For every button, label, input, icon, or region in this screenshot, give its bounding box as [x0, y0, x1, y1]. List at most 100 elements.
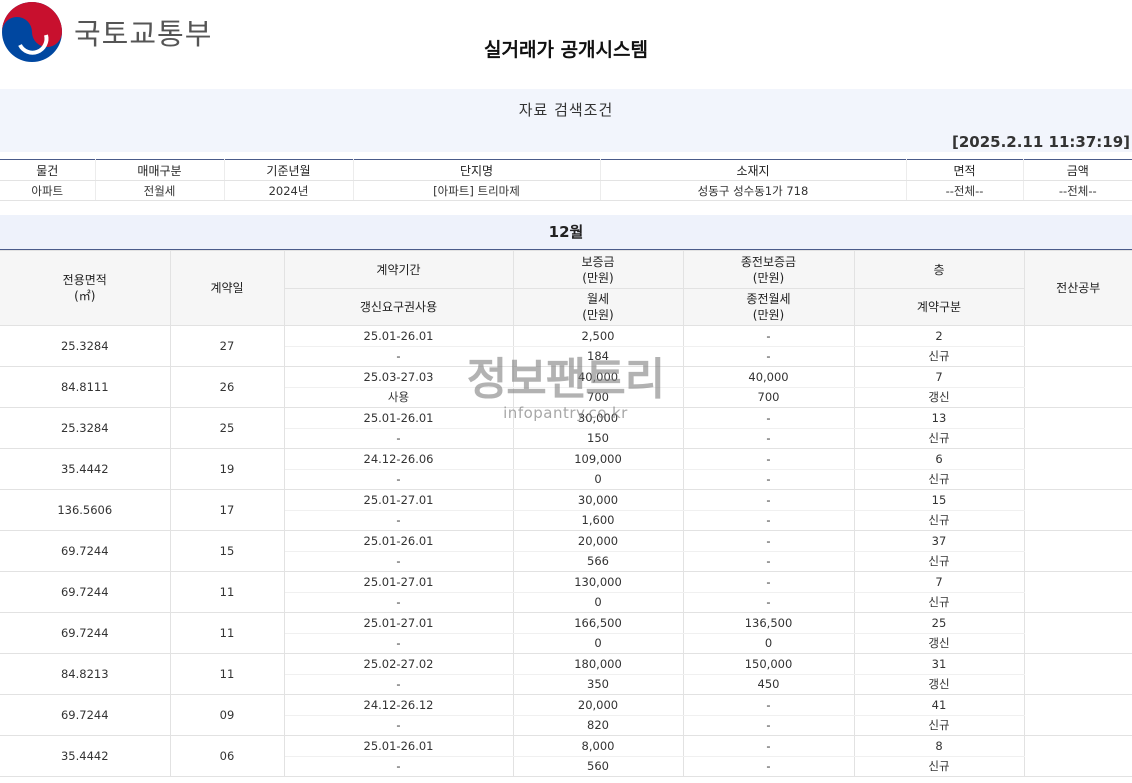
cell-floor: 7: [853, 366, 1025, 388]
col-header-deposit: 보증금 (만원): [512, 250, 684, 289]
cell-prev-rent: 700: [682, 386, 855, 408]
cell-contract-type: 신규: [853, 714, 1024, 736]
transactions-body: 25.3284 27 25.01-26.01 2,500-2-184- 신규 84.811…: [0, 325, 1132, 777]
cell-floor: 25: [853, 612, 1025, 634]
cell-deposit: 30,000: [512, 489, 684, 511]
search-conditions-value-row: 아파트 전월세 2024년 [아파트] 트리마제 성동구 성수동1가 718 -…: [0, 180, 1132, 201]
cell-prev-deposit: -: [682, 571, 855, 593]
cell-monthly-rent: 0: [512, 591, 684, 613]
cell-contract-day: 11: [169, 571, 285, 613]
cell-contract-type: 갱신: [853, 632, 1024, 654]
cell-prev-rent: -: [682, 509, 855, 531]
cond-header-location: 소재지: [599, 159, 906, 181]
cell-area: 84.8111: [0, 366, 171, 408]
cell-floor: 2: [853, 325, 1025, 347]
cell-monthly-rent: 150: [512, 427, 684, 449]
cell-period: 25.03-27.03: [283, 366, 514, 388]
col-header-contract-type: 계약구분: [853, 288, 1024, 326]
cell-deposit: 20,000: [512, 530, 684, 552]
cell-contract-type: 신규: [853, 427, 1024, 449]
table-row: 84.8213 11 25.02-27.02 180,000 150,000 31: [0, 653, 1132, 695]
cell-prev-rent: -: [682, 550, 855, 572]
cell-prev-rent: -: [682, 591, 855, 613]
cell-registry: [1023, 735, 1132, 777]
cell-prev-deposit: -: [682, 448, 855, 470]
cell-deposit: 130,000: [512, 571, 684, 593]
cell-renewal-right: -: [284, 345, 514, 367]
table-row: 35.4442 19 24.12-26.06 109,000-6: [0, 448, 1132, 490]
cell-renewal-right: -: [284, 468, 514, 490]
cond-header-property: 물건: [0, 159, 95, 181]
col-header-prev-deposit: 종전보증금 (만원): [682, 250, 855, 289]
cond-header-amount: 금액: [1022, 159, 1132, 181]
cell-registry: [1023, 571, 1132, 613]
cond-value-location: 성동구 성수동1가 718: [599, 180, 906, 201]
table-row: 69.7244 11 25.01-27.01 166,500 136,500 25: [0, 612, 1132, 654]
cell-area: 25.3284: [0, 325, 171, 367]
cell-prev-rent: -: [682, 468, 855, 490]
cell-renewal-right: -: [284, 427, 514, 449]
table-row: 136.5606 17 25.01-27.01 30,000-15: [0, 489, 1132, 531]
table-row: 69.7244 09 24.12-26.12 20,000-41: [0, 694, 1132, 736]
cond-value-property: 아파트: [0, 180, 95, 201]
cell-contract-day: 26: [169, 366, 285, 408]
table-header-row-1: 전용면적 (㎡) 계약일 계약기간 보증금 (만원) 종전보증금 (만원) 층 …: [0, 250, 1132, 326]
col-header-monthly-rent: 월세 (만원): [512, 288, 684, 326]
cell-deposit: 30,000: [512, 407, 684, 429]
col-header-prev-rent-label: 종전월세 (만원): [746, 292, 791, 322]
cell-contract-type: 신규: [853, 755, 1024, 777]
col-header-prev-deposit-label: 종전보증금 (만원): [740, 254, 797, 285]
cell-registry: [1023, 530, 1132, 572]
cell-contract-day: 17: [169, 489, 285, 531]
col-header-registry: 전산공부: [1023, 250, 1132, 326]
cell-period: 25.01-26.01: [283, 735, 514, 757]
table-row: 25.3284 27 25.01-26.01 2,500-2: [0, 325, 1132, 367]
cell-prev-deposit: 136,500: [682, 612, 855, 634]
cell-contract-type: 갱신: [853, 386, 1024, 408]
cell-floor: 6: [853, 448, 1025, 470]
timestamp: [2025.2.11 11:37:19]: [951, 133, 1130, 151]
col-header-deposit-label: 보증금 (만원): [581, 254, 615, 285]
cell-area: 84.8213: [0, 653, 171, 695]
cell-area: 25.3284: [0, 407, 171, 449]
cell-contract-type: 갱신: [853, 673, 1024, 695]
cond-value-area: --전체--: [905, 180, 1023, 201]
cell-monthly-rent: 560: [512, 755, 684, 777]
cell-renewal-right: -: [284, 591, 514, 613]
cell-floor: 41: [853, 694, 1025, 716]
col-header-area: 전용면적 (㎡): [0, 250, 171, 326]
cell-monthly-rent: 566: [512, 550, 684, 572]
table-row: 69.7244 11 25.01-27.01 130,000-7: [0, 571, 1132, 613]
col-header-period: 계약기간: [283, 250, 514, 289]
cell-prev-deposit: -: [682, 325, 855, 347]
cell-prev-rent: -: [682, 345, 855, 367]
page-title: 실거래가 공개시스템: [484, 39, 648, 61]
cell-contract-type: 신규: [853, 468, 1024, 490]
search-conditions-table: 물건 매매구분 기준년월 단지명 소재지 면적 금액 아파트 전월세 2024년…: [0, 159, 1132, 201]
cond-header-area: 면적: [905, 159, 1023, 181]
month-section-header: 12월: [0, 215, 1132, 250]
cell-deposit: 2,500: [512, 325, 684, 347]
cell-prev-deposit: -: [682, 735, 855, 757]
cell-area: 69.7244: [0, 571, 171, 613]
cell-deposit: 166,500: [512, 612, 684, 634]
cell-contract-type: 신규: [853, 509, 1024, 531]
cell-area: 35.4442: [0, 448, 171, 490]
cell-monthly-rent: 350: [512, 673, 684, 695]
table-row: 84.8111 26 25.03-27.03 40,000 40,000 7: [0, 366, 1132, 408]
cell-prev-rent: -: [682, 427, 855, 449]
cell-monthly-rent: 820: [512, 714, 684, 736]
cell-prev-deposit: 40,000: [682, 366, 855, 388]
cell-period: 24.12-26.06: [283, 448, 514, 470]
cell-monthly-rent: 184: [512, 345, 684, 367]
cell-floor: 37: [853, 530, 1025, 552]
cell-floor: 8: [853, 735, 1025, 757]
cell-renewal-right: -: [284, 714, 514, 736]
cell-area: 69.7244: [0, 612, 171, 654]
cell-prev-deposit: -: [682, 530, 855, 552]
cell-monthly-rent: 0: [512, 632, 684, 654]
cell-renewal-right: -: [284, 632, 514, 654]
cell-monthly-rent: 1,600: [512, 509, 684, 531]
cell-contract-type: 신규: [853, 591, 1024, 613]
cell-registry: [1023, 325, 1132, 367]
